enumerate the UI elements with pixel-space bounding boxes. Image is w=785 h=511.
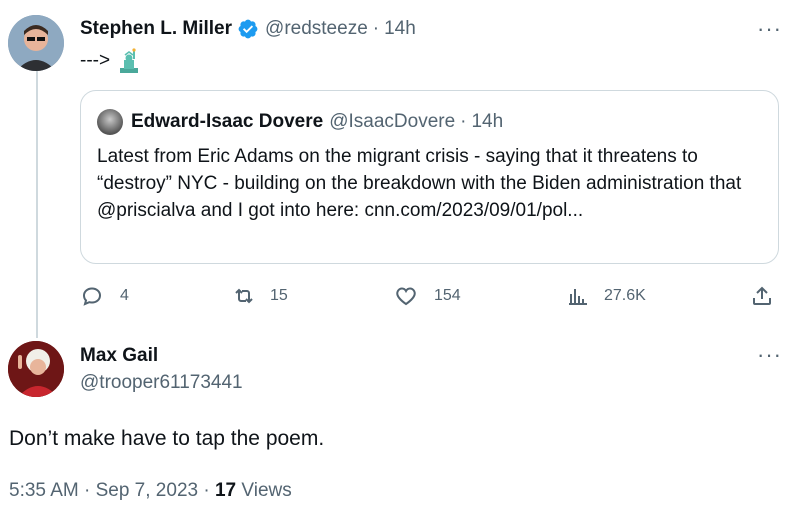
reply-count: 4 <box>120 287 129 304</box>
tweet-metadata: 5:35 AM · Sep 7, 2023 · 17 Views <box>9 480 292 502</box>
like-button[interactable]: 154 <box>394 284 461 308</box>
tweet-timestamp[interactable]: 5:35 AM · Sep 7, 2023 · <box>9 480 215 501</box>
more-options-icon[interactable]: ··· <box>757 16 782 42</box>
tweet-time[interactable]: 14h <box>384 18 416 40</box>
like-count: 154 <box>434 287 461 304</box>
main-tweet-header: Stephen L. Miller @redsteeze · 14h <box>80 18 416 40</box>
views-label: Views <box>241 480 292 501</box>
quoted-tweet-text: Latest from Eric Adams on the migrant cr… <box>97 146 742 221</box>
reply-tweet-text: Don’t make have to tap the poem. <box>9 427 325 450</box>
statue-of-liberty-icon <box>120 48 139 73</box>
share-button[interactable] <box>750 284 774 308</box>
heart-icon <box>396 287 416 306</box>
more-options-icon[interactable]: ··· <box>757 342 782 368</box>
analytics-icon <box>569 289 587 305</box>
retweet-button[interactable]: 15 <box>232 284 288 308</box>
reply-icon <box>82 287 102 306</box>
reply-button[interactable]: 4 <box>80 284 129 308</box>
avatar-photo <box>8 341 64 397</box>
quoted-author-name: Edward-Isaac Dovere <box>131 111 324 132</box>
views-button[interactable]: 27.6K <box>566 284 646 308</box>
quoted-author-avatar <box>97 109 123 135</box>
avatar[interactable] <box>8 341 64 397</box>
separator-dot: · <box>460 111 467 132</box>
thread-connector-line <box>36 68 38 338</box>
quoted-tweet-card[interactable]: Edward-Isaac Dovere @IsaacDovere · 14h L… <box>80 90 779 264</box>
avatar-photo <box>8 15 64 71</box>
quoted-author-handle: @IsaacDovere <box>329 111 456 132</box>
author-handle[interactable]: @redsteeze <box>265 18 368 40</box>
retweet-count: 15 <box>270 287 288 304</box>
main-tweet-text: ---> <box>80 50 111 71</box>
separator-dot: · <box>372 18 380 39</box>
author-name[interactable]: Stephen L. Miller <box>80 18 232 40</box>
main-tweet-text-row: ---> <box>80 48 142 74</box>
views-count: 27.6K <box>604 287 646 304</box>
tweet-action-bar: 4 15 154 27.6K <box>80 284 780 312</box>
verified-badge-icon <box>238 19 258 39</box>
views-number: 17 <box>214 480 237 501</box>
reply-author-name[interactable]: Max Gail <box>80 345 158 367</box>
quoted-tweet-time: 14h <box>471 111 504 132</box>
quoted-tweet-header: Edward-Isaac Dovere @IsaacDovere · 14h <box>97 109 503 135</box>
retweet-icon <box>235 288 253 304</box>
reply-author-handle[interactable]: @trooper61173441 <box>80 372 243 394</box>
share-icon <box>753 286 771 305</box>
avatar[interactable] <box>8 15 64 71</box>
